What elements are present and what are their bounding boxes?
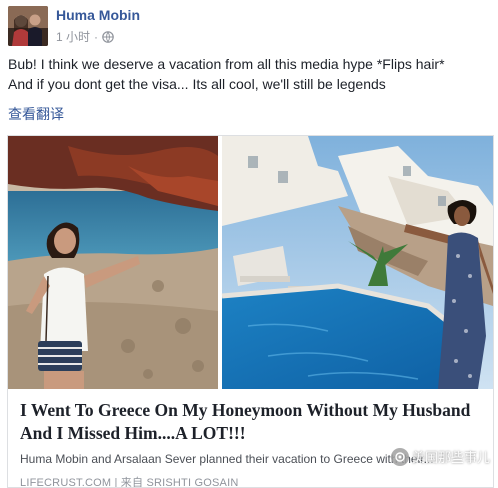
- card-title[interactable]: I Went To Greece On My Honeymoon Without…: [20, 399, 481, 445]
- post-text-line-2: And if you dont get the visa... Its all …: [8, 76, 386, 92]
- card-source: LIFECRUST.COM | 来自 SRISHTI GOSAIN: [20, 477, 239, 488]
- author-name[interactable]: Huma Mobin: [56, 7, 140, 23]
- post-text: Bub! I think we deserve a vacation from …: [8, 54, 493, 94]
- watermark-text: 美国那些事儿: [411, 450, 490, 465]
- card-image[interactable]: [8, 136, 493, 389]
- post-header: Huma Mobin 1 小时 ·: [8, 6, 140, 46]
- see-translation-link[interactable]: 查看翻译: [8, 104, 64, 124]
- link-preview-card[interactable]: I Went To Greece On My Honeymoon Without…: [7, 135, 494, 488]
- watermark: 美国那些事儿: [390, 447, 490, 466]
- watermark-logo-icon: [390, 447, 409, 466]
- card-body[interactable]: I Went To Greece On My Honeymoon Without…: [8, 389, 493, 488]
- avatar[interactable]: [8, 6, 48, 46]
- post-meta: 1 小时 ·: [56, 28, 140, 45]
- post-timestamp[interactable]: 1 小时: [56, 28, 90, 45]
- post-text-line-1: Bub! I think we deserve a vacation from …: [8, 56, 445, 72]
- globe-icon[interactable]: [102, 30, 114, 43]
